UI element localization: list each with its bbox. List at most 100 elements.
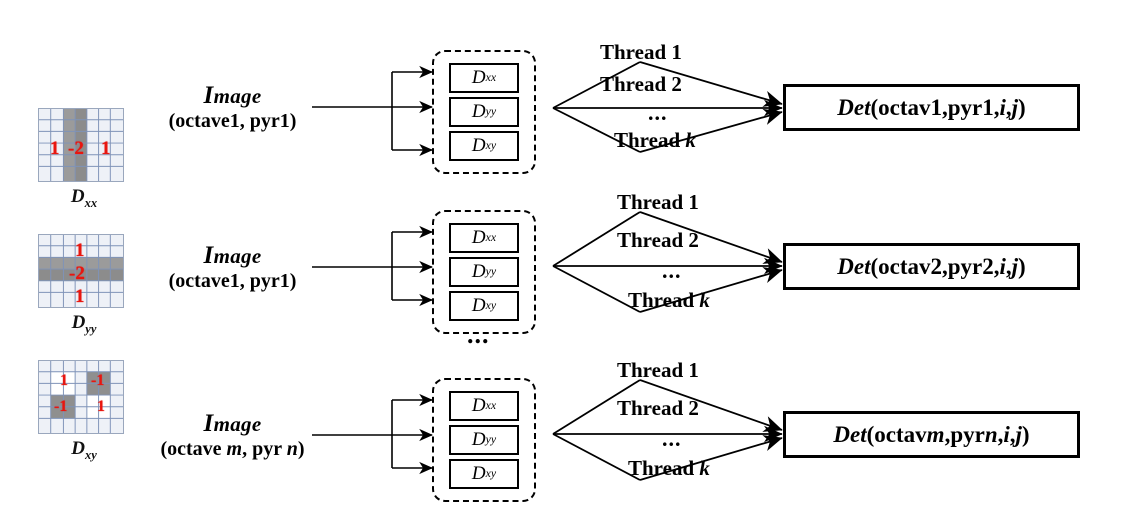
image-label-row-2: Image (octave1, pyr1) (150, 242, 315, 292)
kernel-dyy-label-base: D (71, 312, 86, 333)
kernel-dxx-label-base: D (70, 186, 85, 207)
kernel-dxx-label-sub: xx (84, 195, 98, 210)
filter-box-sub: xy (485, 139, 497, 152)
filter-box-sub: xx (485, 399, 497, 412)
thread-ellipsis-row-1: ... (648, 100, 668, 125)
kernel-dyy-value-2: 1 (75, 286, 85, 307)
filter-box-base: D (471, 429, 486, 450)
kernel-dxy-value-0: 1 (60, 372, 68, 389)
thread-label-k-row-2: Thread k (628, 288, 710, 313)
image-title-3: Image (140, 410, 325, 438)
kernel-dxy-value-3: 1 (97, 398, 105, 415)
filter-box-base: D (471, 227, 486, 248)
image-title-3-rest: mage (213, 412, 262, 436)
kernel-dxy-label-base: D (71, 438, 85, 459)
image-label-row-3: Image (octave m, pyr n) (140, 410, 325, 460)
det-box-row-2[interactable]: Det (octav2,pyr2, i, j) (783, 243, 1080, 290)
thread-k-var: k (685, 128, 696, 152)
det-box-row-1[interactable]: Det (octav1,pyr1, i, j) (783, 84, 1080, 131)
image-title-3-cap: I (203, 410, 214, 437)
det-args: (octav2,pyr2, (870, 253, 1000, 279)
kernel-dxy-value-2: -1 (54, 398, 68, 415)
thread-label-k-row-1: Thread k (614, 128, 696, 153)
kernel-dxx-value-1: -2 (68, 138, 84, 159)
thread-label-1-row-1: Thread 1 (600, 40, 682, 64)
filter-group-row-3: Dxx Dyy Dxy (432, 378, 536, 502)
image-title-2-cap: I (203, 242, 214, 269)
thread-k-var: k (699, 288, 710, 312)
image-title-1-cap: I (203, 82, 214, 109)
kernel-dxx-value-2: 1 (101, 138, 111, 159)
kernel-dxy-grid: 1 -1 -1 1 (38, 360, 124, 434)
filter-box-base: D (471, 67, 486, 88)
filter-box-sub: xy (485, 467, 497, 480)
filter-box-sub: yy (485, 265, 497, 278)
det-close: ) (1018, 253, 1026, 279)
kernel-dxx-grid: 1 -2 1 (38, 108, 124, 182)
diagram-canvas: 1 -2 1 Dxx 1 -2 1 Dyy 1 -1 -1 1 Dxy Imag… (0, 0, 1125, 516)
image-title-1-rest: mage (213, 84, 262, 108)
kernel-dyy-grid: 1 -2 1 (38, 234, 124, 308)
filter-box-sub: xy (485, 299, 497, 312)
filter-box-base: D (471, 463, 486, 484)
thread-label-1-row-3: Thread 1 (617, 358, 699, 382)
filter-box-dxy-row-2[interactable]: Dxy (449, 291, 519, 321)
kernel-dxx-label: Dxx (38, 186, 130, 211)
thread-label-2-row-1: Thread 2 (600, 72, 682, 96)
det-box-row-3[interactable]: Det (octavm,pyrn, i, j) (783, 411, 1080, 458)
filter-box-dyy-row-2[interactable]: Dyy (449, 257, 519, 287)
det-prefix: Det (837, 253, 871, 279)
filter-group-row-2: Dxx Dyy Dxy (432, 210, 536, 334)
kernel-dyy-value-0: 1 (75, 240, 85, 261)
image-params-2: (octave1, pyr1) (168, 270, 297, 292)
thread-k-prefix: Thread (628, 288, 700, 312)
kernel-dxx-value-0: 1 (50, 138, 60, 159)
det-close: ) (1018, 94, 1026, 120)
thread-k-prefix: Thread (614, 128, 686, 152)
filter-box-base: D (471, 295, 486, 316)
kernel-dxy-value-1: -1 (91, 372, 105, 389)
filter-box-dxx-row-1[interactable]: Dxx (449, 63, 519, 93)
kernel-dyy: 1 -2 1 Dyy (38, 234, 130, 337)
image-title-2-rest: mage (213, 244, 262, 268)
kernel-dxy-label-sub: xy (84, 447, 97, 462)
thread-ellipsis-row-3: ... (662, 426, 682, 451)
image-title-1: Image (150, 82, 315, 110)
filter-box-dxy-row-3[interactable]: Dxy (449, 459, 519, 489)
kernel-dyy-label: Dyy (38, 312, 130, 337)
kernel-dxy: 1 -1 -1 1 Dxy (38, 360, 130, 463)
kernel-dyy-value-1: -2 (69, 263, 85, 284)
det-prefix: Det (833, 421, 867, 447)
det-args: (octav1,pyr1, (870, 94, 1000, 120)
group-ellipsis-row-2: ... (467, 320, 490, 349)
filter-box-dxx-row-2[interactable]: Dxx (449, 223, 519, 253)
kernel-dxy-label: Dxy (38, 438, 130, 463)
filter-box-dxy-row-1[interactable]: Dxy (449, 131, 519, 161)
filter-box-base: D (471, 135, 486, 156)
det-prefix: Det (837, 94, 871, 120)
filter-box-sub: yy (485, 433, 497, 446)
thread-k-var: k (699, 456, 710, 480)
grid-lines (39, 361, 123, 433)
filter-box-dxx-row-3[interactable]: Dxx (449, 391, 519, 421)
thread-label-2-row-2: Thread 2 (617, 228, 699, 252)
image-params-1: (octave1, pyr1) (168, 110, 297, 132)
filter-box-dyy-row-1[interactable]: Dyy (449, 97, 519, 127)
image-title-2: Image (150, 242, 315, 270)
kernel-dyy-label-sub: yy (85, 321, 97, 336)
image-label-row-1: Image (octave1, pyr1) (150, 82, 315, 132)
image-params-3: (octave m, pyr n) (160, 438, 305, 460)
thread-label-1-row-2: Thread 1 (617, 190, 699, 214)
filter-box-sub: xx (485, 231, 497, 244)
filter-box-base: D (471, 101, 486, 122)
thread-k-prefix: Thread (628, 456, 700, 480)
filter-box-sub: yy (485, 105, 497, 118)
thread-label-2-row-3: Thread 2 (617, 396, 699, 420)
filter-group-row-1: Dxx Dyy Dxy (432, 50, 536, 174)
det-args-3: (octavm,pyrn, (866, 421, 1004, 447)
thread-ellipsis-row-2: ... (662, 258, 682, 283)
filter-box-dyy-row-3[interactable]: Dyy (449, 425, 519, 455)
filter-box-base: D (471, 395, 486, 416)
filter-box-sub: xx (485, 71, 497, 84)
kernel-dxx: 1 -2 1 Dxx (38, 108, 130, 211)
